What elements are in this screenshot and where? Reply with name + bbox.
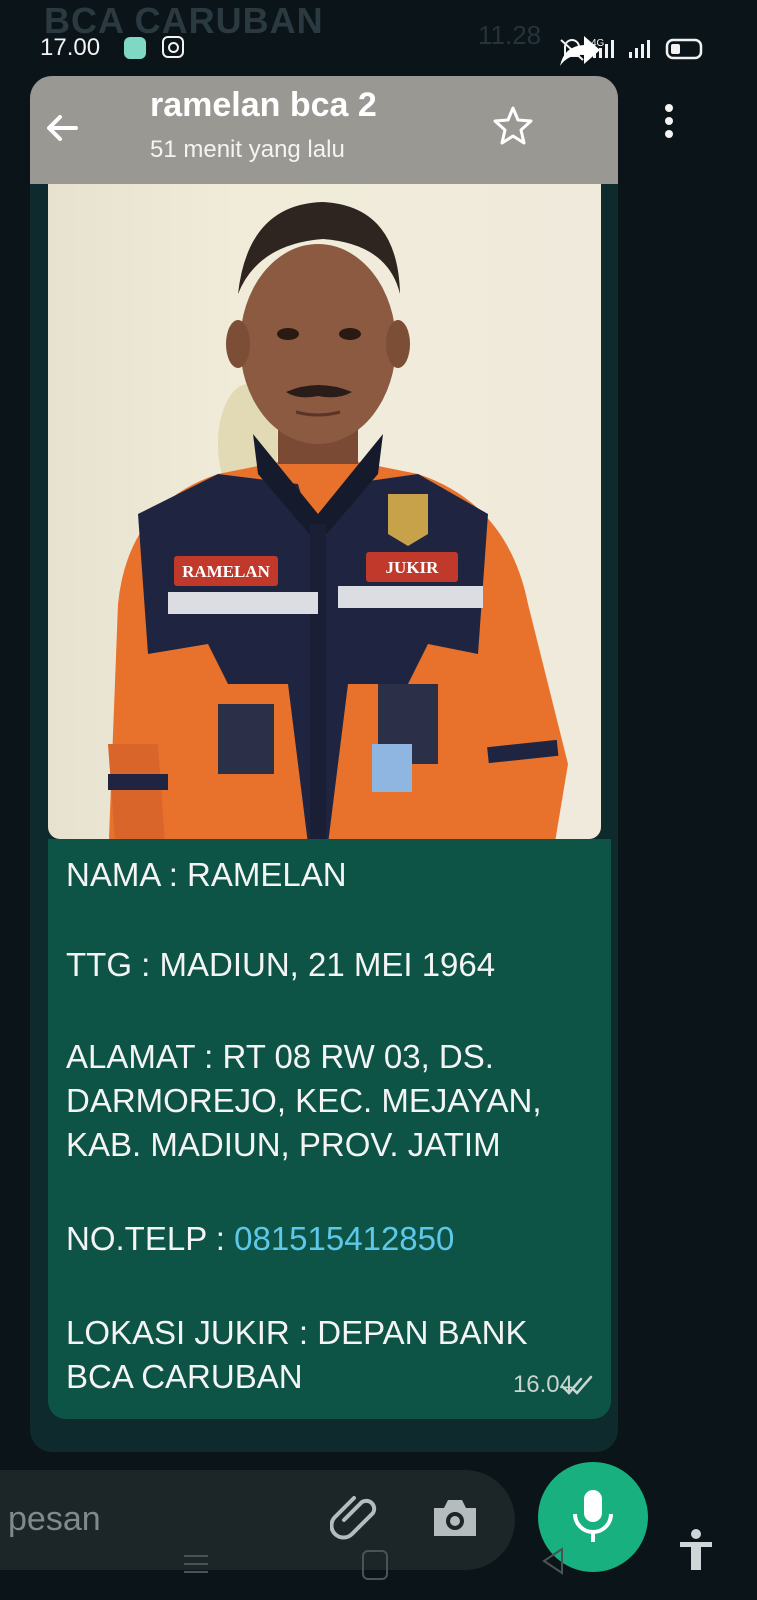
caption-line-address-1: ALAMAT : RT 08 RW 03, DS. [66, 1038, 494, 1075]
microphone-icon [573, 1490, 613, 1542]
recent-apps-icon[interactable] [182, 1552, 210, 1576]
system-navigation-bar [0, 1546, 757, 1590]
more-options-icon[interactable] [662, 104, 676, 144]
caption-line-address-2: DARMOREJO, KEC. MEJAYAN, [66, 1082, 542, 1119]
accessibility-icon[interactable] [676, 1528, 716, 1572]
badge-name-text: RAMELAN [182, 562, 271, 581]
caption-line-phone: NO.TELP : 081515412850 [66, 1217, 454, 1261]
star-icon[interactable] [492, 104, 534, 146]
back-arrow-icon[interactable] [42, 108, 82, 148]
last-seen-subtitle: 51 menit yang lalu [150, 136, 345, 163]
camera-icon[interactable] [430, 1494, 480, 1540]
caption-line-location-2: BCA CARUBAN [66, 1358, 303, 1395]
phone-label: NO.TELP : [66, 1220, 235, 1257]
app-notification-icon [124, 37, 146, 59]
person-photo-illustration: RAMELAN JUKIR [108, 202, 568, 839]
contact-photo[interactable]: RAMELAN JUKIR [48, 184, 601, 839]
phone-number-link[interactable]: 081515412850 [234, 1220, 454, 1257]
status-bar: 17.00 4G [0, 28, 757, 68]
viewer-header: ramelan bca 2 51 menit yang lalu [30, 76, 618, 184]
message-caption-bubble: NAMA : RAMELAN TTG : MADIUN, 21 MEI 1964… [48, 839, 611, 1419]
forward-icon[interactable] [558, 30, 602, 70]
double-check-icon [561, 1375, 593, 1395]
signal-icon-2 [629, 40, 650, 58]
message-input-placeholder[interactable]: pesan [8, 1500, 101, 1539]
badge-role-text: JUKIR [386, 558, 440, 577]
battery-icon [665, 38, 703, 60]
caption-line-address-3: KAB. MADIUN, PROV. JATIM [66, 1126, 501, 1163]
caption-line-location-1: LOKASI JUKIR : DEPAN BANK [66, 1314, 528, 1351]
paperclip-icon[interactable] [330, 1490, 380, 1546]
caption-line-name: NAMA : RAMELAN [66, 856, 347, 893]
instagram-icon [162, 36, 184, 58]
nav-back-icon[interactable] [540, 1546, 566, 1576]
contact-name: ramelan bca 2 [150, 86, 377, 124]
caption-line-birth: TTG : MADIUN, 21 MEI 1964 [66, 946, 496, 983]
media-viewer: ramelan bca 2 51 menit yang lalu RAMELAN… [30, 76, 618, 1452]
status-time: 17.00 [40, 34, 101, 61]
home-button-icon[interactable] [362, 1550, 388, 1580]
